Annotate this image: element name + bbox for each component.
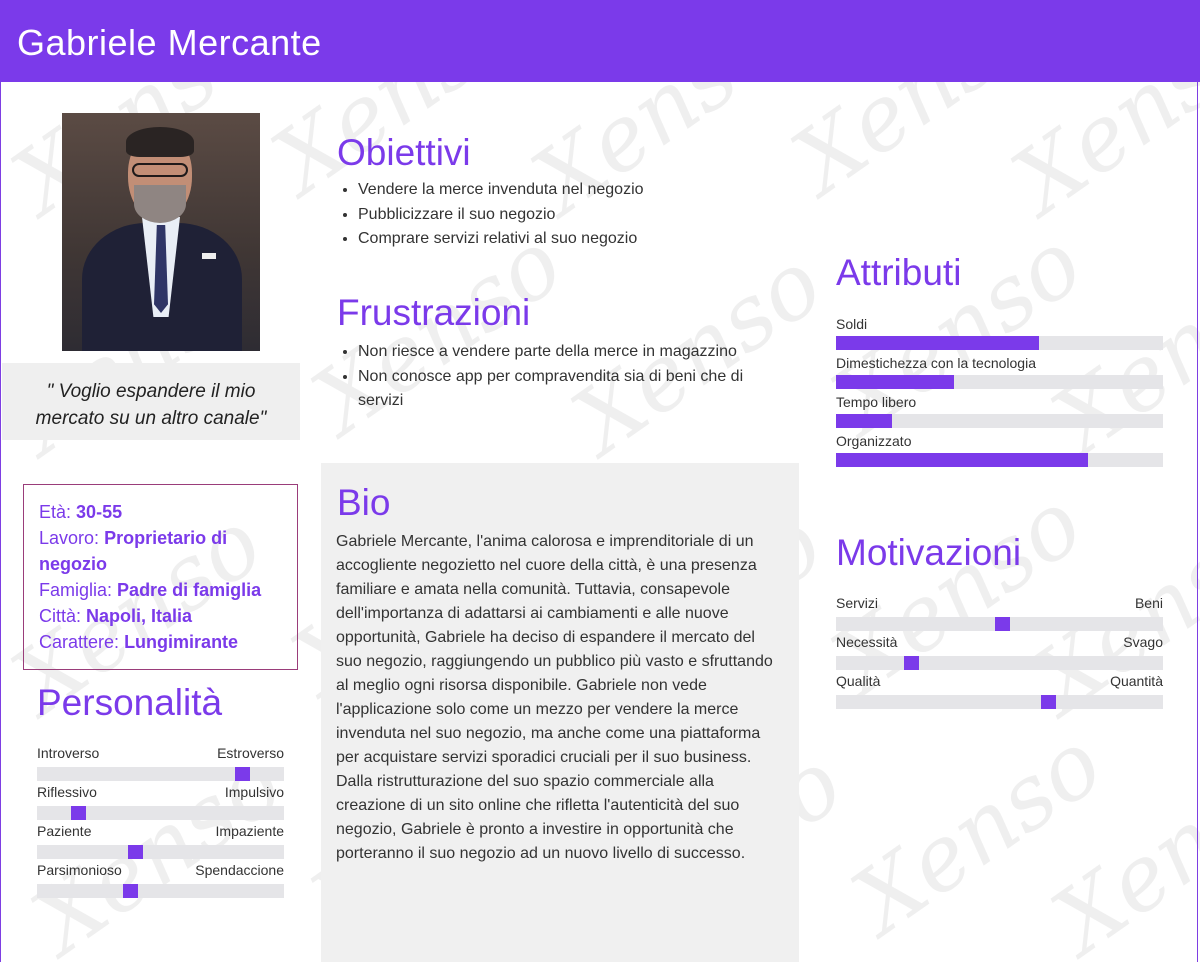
- slider-knob: [128, 845, 143, 859]
- attribute-fill: [836, 375, 954, 389]
- list-item: Comprare servizi relativi al suo negozio: [358, 227, 798, 252]
- personality-title: Personalità: [37, 682, 223, 723]
- slider-knob: [995, 617, 1010, 631]
- header-bar: Gabriele Mercante: [0, 0, 1200, 82]
- persona-name: Gabriele Mercante: [17, 22, 322, 63]
- slider-left-label: Paziente: [37, 823, 92, 839]
- attribute-label: Organizzato: [836, 433, 912, 449]
- slider-left-label: Servizi: [836, 595, 879, 611]
- attribute-fill: [836, 414, 892, 428]
- personality-slider: Introverso Estroverso: [37, 744, 284, 781]
- slider-knob: [235, 767, 250, 781]
- frustrations-title: Frustrazioni: [337, 292, 531, 333]
- personality-slider: Riflessivo Impulsivo: [37, 783, 284, 820]
- slider-left-label: Necessità: [836, 634, 898, 650]
- attribute-bar: Soldi: [836, 315, 1163, 350]
- info-job: Lavoro: Proprietario di negozio: [39, 528, 228, 574]
- persona-photo: [62, 113, 260, 351]
- personality-slider: Paziente Impaziente: [37, 822, 284, 859]
- attribute-track: [836, 336, 1163, 350]
- slider-knob: [123, 884, 138, 898]
- slider-left-label: Parsimonioso: [37, 862, 122, 878]
- attribute-track: [836, 375, 1163, 389]
- info-age: Età: 30-55: [39, 502, 123, 522]
- slider-right-label: Quantità: [1110, 673, 1163, 689]
- slider-right-label: Beni: [1134, 595, 1163, 611]
- slider-track: [836, 695, 1163, 709]
- motivations-title: Motivazioni: [836, 532, 1022, 573]
- slider-track: [37, 767, 284, 781]
- personality-slider: Parsimonioso Spendaccione: [37, 861, 284, 898]
- list-item: Vendere la merce invenduta nel negozio: [358, 178, 798, 203]
- list-item: Non conosce app per compravendita sia di…: [358, 365, 788, 414]
- bio-text: Gabriele Mercante, l'anima calorosa e im…: [336, 533, 773, 862]
- attribute-track: [836, 414, 1163, 428]
- attribute-fill: [836, 336, 1039, 350]
- goals-list: Vendere la merce invenduta nel negozio P…: [337, 178, 798, 252]
- slider-track: [836, 617, 1163, 631]
- slider-track: [37, 884, 284, 898]
- slider-left-label: Introverso: [37, 745, 100, 761]
- bio-title: Bio: [337, 482, 391, 523]
- slider-track: [37, 845, 284, 859]
- slider-left-label: Qualità: [836, 673, 881, 689]
- attribute-bar: Tempo libero: [836, 393, 1163, 428]
- slider-right-label: Impaziente: [215, 823, 284, 839]
- attribute-track: [836, 453, 1163, 467]
- info-family: Famiglia: Padre di famiglia: [39, 580, 262, 600]
- slider-knob: [71, 806, 86, 820]
- slider-knob: [904, 656, 919, 670]
- attribute-bar: Organizzato: [836, 432, 1163, 467]
- slider-right-label: Estroverso: [217, 745, 284, 761]
- slider-track: [37, 806, 284, 820]
- info-character: Carattere: Lungimirante: [39, 632, 239, 652]
- attribute-label: Soldi: [836, 316, 868, 332]
- attributes-title: Attributi: [836, 252, 962, 293]
- motivation-slider: Servizi Beni: [836, 594, 1163, 631]
- slider-right-label: Spendaccione: [195, 862, 284, 878]
- attribute-label: Tempo libero: [836, 394, 917, 410]
- motivation-slider: Qualità Quantità: [836, 672, 1163, 709]
- slider-right-label: Impulsivo: [224, 784, 284, 800]
- persona-info-box: Età: 30-55 Lavoro: Proprietario di negoz…: [23, 484, 298, 670]
- list-item: Non riesce a vendere parte della merce i…: [358, 340, 788, 365]
- slider-knob: [1041, 695, 1056, 709]
- slider-left-label: Riflessivo: [37, 784, 97, 800]
- slider-track: [836, 656, 1163, 670]
- frustrations-list: Non riesce a vendere parte della merce i…: [337, 340, 788, 414]
- attribute-fill: [836, 453, 1088, 467]
- bio-panel: Gabriele Mercante, l'anima calorosa e im…: [321, 463, 799, 962]
- motivation-slider: Necessità Svago: [836, 633, 1163, 670]
- attribute-label: Dimestichezza con la tecnologia: [836, 355, 1036, 371]
- list-item: Pubblicizzare il suo negozio: [358, 203, 798, 228]
- attribute-bar: Dimestichezza con la tecnologia: [836, 354, 1163, 389]
- info-city: Città: Napoli, Italia: [39, 606, 193, 626]
- persona-quote: " Voglio espandere il mio mercato su un …: [2, 363, 300, 440]
- goals-title: Obiettivi: [337, 132, 471, 173]
- slider-right-label: Svago: [1123, 634, 1163, 650]
